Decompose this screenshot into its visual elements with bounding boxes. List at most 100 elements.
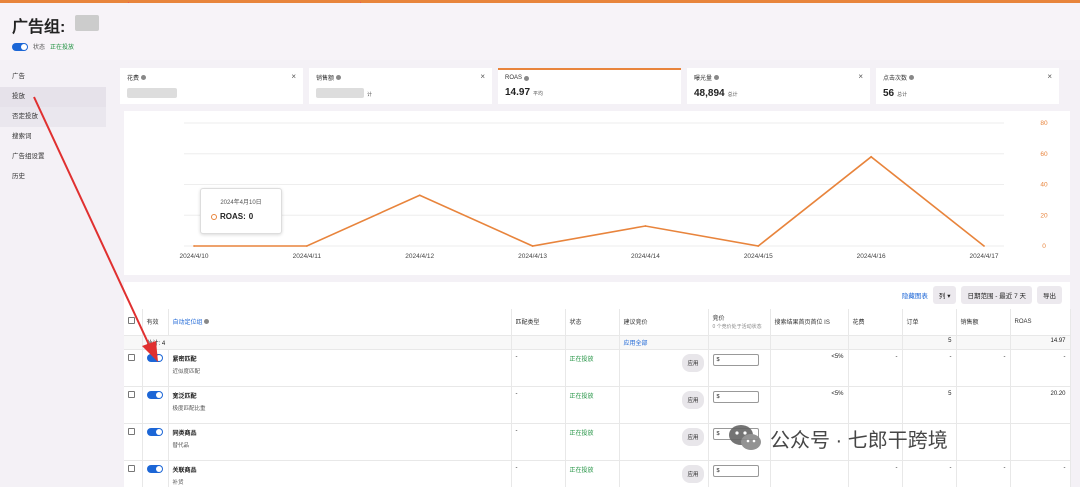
metric-card-clicks[interactable]: 点击次数 × 56 总计 <box>876 68 1059 104</box>
target-name: 宽泛匹配 <box>172 393 197 400</box>
total-orders: 5 <box>902 335 957 350</box>
data-point <box>870 155 873 158</box>
sidebar-item-adgroup-settings[interactable]: 广告组设置 <box>0 147 106 167</box>
targeting-table-panel: 隐藏图表 列 ▾ 日期范围 - 最近 7 天 导出 有效 自动定位组 匹配类型 … <box>124 282 1071 487</box>
table-row: 关联商品 补货 - 正在投放 应用 $ - - - - <box>124 460 1071 487</box>
metric-label: ROAS <box>505 75 523 81</box>
col-bid: 竞价 0 个竞价处于活动状态 <box>708 309 771 336</box>
col-orders: 订单 <box>902 309 957 336</box>
hide-chart-link[interactable]: 隐藏图表 <box>902 290 928 300</box>
sidebar-item-search-terms[interactable]: 搜索词 <box>0 127 106 147</box>
apply-button[interactable]: 应用 <box>682 390 704 409</box>
metric-suffix: 平均 <box>533 91 544 97</box>
columns-button[interactable]: 列 ▾ <box>932 286 957 304</box>
metric-card-spend[interactable]: 花费 × <box>120 68 303 104</box>
col-roas: ROAS <box>1010 309 1071 336</box>
sidebar-item-ads[interactable]: 广告 <box>0 67 106 87</box>
target-sub: 极度匹配比重 <box>172 405 206 412</box>
sidebar-item-negative-targeting[interactable]: 否定投放 <box>0 107 106 127</box>
info-icon <box>336 75 342 80</box>
col-suggested-bid: 建议竞价 <box>619 309 709 336</box>
sidebar-item-history[interactable]: 历史 <box>0 167 106 187</box>
tooltip-date: 2024年4月10日 <box>220 200 262 206</box>
match-type: - <box>511 386 566 424</box>
data-point <box>644 225 647 227</box>
status-toggle[interactable] <box>12 42 28 51</box>
target-name: 同类商品 <box>172 430 197 437</box>
close-icon[interactable]: × <box>480 72 485 81</box>
redacted-name <box>75 15 99 31</box>
orders: - <box>902 460 957 487</box>
apply-button[interactable]: 应用 <box>682 427 704 446</box>
sales <box>956 386 1011 424</box>
row-checkbox[interactable] <box>128 353 135 361</box>
metric-label: 曝光量 <box>694 76 713 82</box>
metric-label: 点击次数 <box>883 76 908 82</box>
data-point <box>757 245 760 247</box>
col-target[interactable]: 自动定位组 <box>168 309 512 336</box>
total-row: 总计: 4 应用全部 5 14.97 <box>124 335 1071 350</box>
date-range-button[interactable]: 日期范围 - 最近 7 天 <box>961 286 1032 304</box>
bid-input[interactable]: $ <box>712 464 759 477</box>
apply-button[interactable]: 应用 <box>682 464 704 483</box>
info-icon <box>141 75 147 80</box>
orders: 5 <box>902 386 957 424</box>
metric-card-roas[interactable]: ROAS 14.97 平均 <box>498 68 681 104</box>
y-tick-label: 20 <box>1040 212 1048 219</box>
row-status: 正在投放 <box>565 460 620 487</box>
apply-all-link[interactable]: 应用全部 <box>624 341 648 347</box>
metric-value: 48,894 <box>694 88 725 99</box>
apply-button[interactable]: 应用 <box>682 353 704 372</box>
bid-input[interactable]: $ <box>712 390 759 403</box>
redacted-value <box>127 88 177 99</box>
x-tick-label: 2024/4/14 <box>631 253 660 260</box>
close-icon[interactable]: × <box>291 72 296 81</box>
close-icon[interactable]: × <box>858 72 863 81</box>
series-marker <box>211 213 217 220</box>
status-row: 状态 正在投放 <box>12 42 74 51</box>
metric-card-sales[interactable]: 销售额 × 计 <box>309 68 492 104</box>
table-row: 紧密匹配 近似度匹配 - 正在投放 应用 $ <5% - - - - <box>124 349 1071 387</box>
roas: - <box>1010 460 1071 487</box>
row-status: 正在投放 <box>565 386 620 424</box>
metric-suffix: 总计 <box>727 92 738 98</box>
roas <box>1010 423 1071 461</box>
bid-input[interactable]: $ <box>712 353 759 366</box>
match-type: - <box>511 460 566 487</box>
data-point <box>983 245 985 247</box>
row-toggle[interactable] <box>146 353 163 362</box>
page-title: 广告组: <box>12 19 66 36</box>
y-tick-label: 60 <box>1040 151 1048 158</box>
match-type: - <box>511 349 566 387</box>
row-status: 正在投放 <box>565 349 620 387</box>
x-tick-label: 2024/4/17 <box>970 253 999 260</box>
top-is: <5% <box>770 349 849 387</box>
export-button[interactable]: 导出 <box>1037 286 1062 304</box>
x-tick-label: 2024/4/16 <box>857 253 886 260</box>
sidebar-item-targeting[interactable]: 投放 <box>0 87 106 107</box>
col-match-type: 匹配类型 <box>511 309 566 336</box>
tooltip-value: 0 <box>248 212 254 221</box>
data-point <box>305 245 308 247</box>
row-toggle[interactable] <box>146 427 163 436</box>
row-checkbox[interactable] <box>128 390 135 398</box>
select-all-checkbox[interactable] <box>128 317 135 325</box>
row-checkbox[interactable] <box>128 464 135 472</box>
total-label: 总计: 4 <box>142 335 512 350</box>
x-tick-label: 2024/4/10 <box>180 253 209 260</box>
row-toggle[interactable] <box>146 390 163 399</box>
targeting-table: 有效 自动定位组 匹配类型 状态 建议竞价 竞价 0 个竞价处于活动状态 搜索结果… <box>124 309 1071 487</box>
close-icon[interactable]: × <box>1047 72 1052 81</box>
row-checkbox[interactable] <box>128 427 135 435</box>
info-icon <box>714 75 720 80</box>
page-header: 广告组: 状态 正在投放 <box>0 3 1080 60</box>
table-header-row: 有效 自动定位组 匹配类型 状态 建议竞价 竞价 0 个竞价处于活动状态 搜索结果… <box>124 309 1071 336</box>
total-roas: 14.97 <box>1010 335 1071 350</box>
sales: - <box>956 460 1011 487</box>
target-name: 紧密匹配 <box>172 356 197 363</box>
watermark: 公众号 · 七郎干跨境 <box>728 423 948 453</box>
metric-card-impressions[interactable]: 曝光量 × 48,894 总计 <box>687 68 870 104</box>
col-sales: 销售额 <box>956 309 1011 336</box>
row-toggle[interactable] <box>146 464 163 473</box>
table-row: 宽泛匹配 极度匹配比重 - 正在投放 应用 $ <5% 5 20.20 <box>124 386 1071 424</box>
